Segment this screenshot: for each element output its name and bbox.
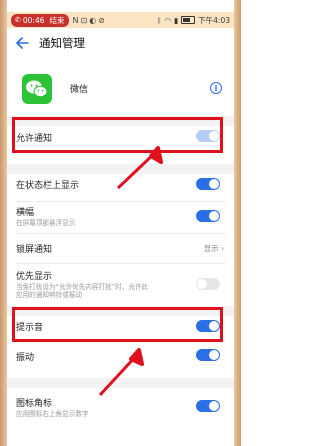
statusbar-toggle[interactable] [196,178,220,190]
row-sublabel-2: 应用的通知响铃或振动 [16,291,82,299]
device-frame-left [0,0,7,446]
battery-icon [181,16,196,24]
row-label: 允许通知 [16,134,53,144]
screen-icon: ⊡ [80,15,88,25]
toggle-knob [209,350,219,360]
row-label: 横幅 [16,208,35,218]
info-icon[interactable]: i [210,82,222,94]
row-vibrate[interactable]: 振动 [7,345,234,375]
status-bar: ✆ 00:46 结束 N ⊡ ◐ ⊘ ᛒ ◠ ▮ 下午4:03 [7,12,234,28]
toggle-knob [209,401,219,411]
status-right: ᛒ ◠ ▮ 下午4:03 [157,15,230,26]
row-badge[interactable]: 图标角标 应用图标右上角显示数字 [7,388,234,428]
row-lockscreen[interactable]: 锁屏通知 显示 › [7,234,234,264]
chevron-right-icon: › [221,244,224,253]
row-sublabel: 在屏幕顶部悬浮显示 [16,219,76,227]
row-priority[interactable]: 优先显示 当免打扰设为“允许优先内容打扰”时，允许此 应用的通知响铃或振动 [7,264,234,304]
block-icon: ⊘ [98,15,105,25]
row-label: 振动 [16,353,35,363]
badge-toggle[interactable] [196,400,220,412]
wechat-logo-icon [22,74,52,104]
priority-toggle[interactable] [196,278,220,290]
app-bar: 通知管理 [7,28,234,58]
lockscreen-value: 显示 › [204,243,224,254]
toggle-knob [209,179,219,189]
toggle-knob [197,279,207,289]
allow-notifications-toggle[interactable] [196,130,220,142]
call-time: 00:46 [22,15,45,25]
call-chip[interactable]: ✆ 00:46 结束 [11,13,69,27]
sound-toggle[interactable] [196,320,220,332]
row-label: 优先显示 [16,272,53,282]
app-name: 微信 [70,85,89,95]
section-divider [7,378,234,388]
clock: 下午4:03 [198,15,230,25]
row-sublabel-1: 当免打扰设为“允许优先内容打扰”时，允许此 [16,283,149,291]
lockscreen-value-text: 显示 [203,244,219,253]
toggle-knob [209,131,219,141]
page-title: 通知管理 [39,36,85,50]
row-sublabel: 应用图标右上角显示数字 [16,410,89,418]
section-divider [7,164,234,174]
row-label: 提示音 [16,323,44,333]
call-label: 结束 [49,15,65,25]
status-icons: N ⊡ ◐ ⊘ [73,16,105,25]
row-banner[interactable]: 横幅 在屏幕顶部悬浮显示 [7,202,234,234]
bluetooth-icon: ᛒ [156,15,162,25]
back-arrow-icon[interactable] [11,32,33,54]
vibrate-toggle[interactable] [196,349,220,361]
nfc-icon: N [72,15,79,25]
device-frame-right [234,0,241,446]
signal-icon: ▮ [174,15,179,25]
section-divider [7,116,234,126]
toggle-knob [209,321,219,331]
phone-screen: ✆ 00:46 结束 N ⊡ ◐ ⊘ ᛒ ◠ ▮ 下午4:03 通知管理 微信 … [0,0,241,446]
toggle-knob [209,211,219,221]
row-allow-notifications[interactable]: 允许通知 [7,126,234,164]
banner-toggle[interactable] [196,210,220,222]
phone-icon: ✆ [15,16,21,24]
wifi-icon: ◠ [164,15,172,25]
row-show-in-statusbar[interactable]: 在状态栏上显示 [7,174,234,202]
app-header-row: 微信 i [7,60,234,116]
settings-content: 通知管理 微信 i 允许通知 在状态栏上显示 横幅 在屏幕顶部悬浮显示 锁屏通知… [7,28,234,446]
row-label: 在状态栏上显示 [16,181,80,191]
section-divider [7,306,234,316]
row-label: 图标角标 [16,399,53,409]
brightness-icon: ◐ [89,15,97,25]
row-label: 锁屏通知 [16,245,53,255]
